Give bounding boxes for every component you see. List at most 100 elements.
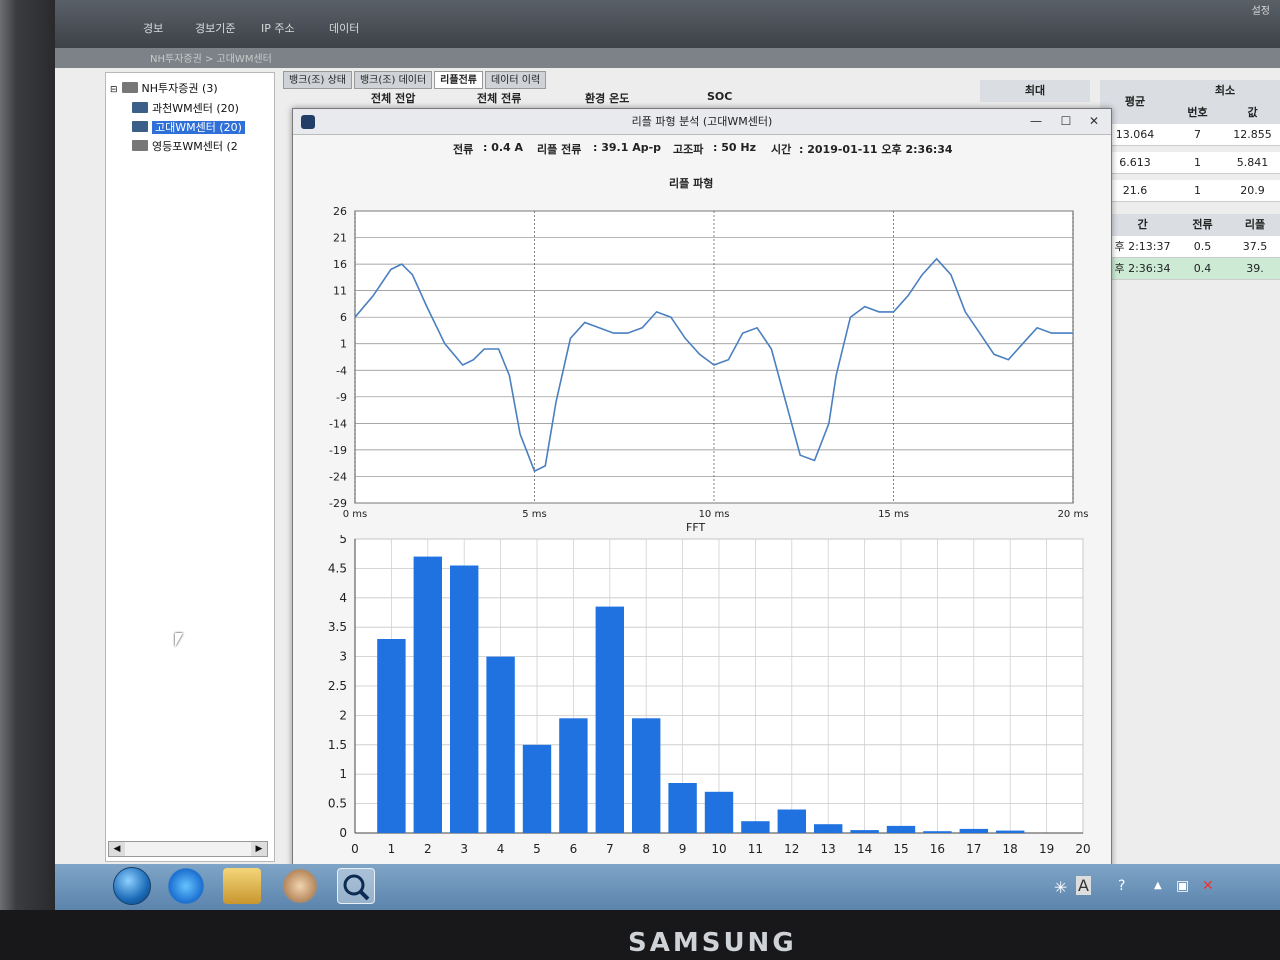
tree-item-godae[interactable]: 고대WM센터 (20) — [132, 120, 245, 136]
wave-x-tick-label: 10 ms — [699, 509, 730, 520]
menu-alarm[interactable]: 경보 — [143, 20, 163, 36]
fft-x-tick-label: 16 — [930, 842, 945, 856]
file-explorer-icon[interactable] — [223, 868, 261, 904]
history-row1-ripple[interactable]: 37.5 — [1230, 236, 1280, 258]
internet-explorer-icon[interactable] — [167, 868, 205, 904]
wave-x-tick-label: 20 ms — [1058, 509, 1089, 520]
wave-y-tick-label: 6 — [340, 311, 347, 324]
fft-x-tick-label: 10 — [711, 842, 726, 856]
tab-bar: 뱅크(조) 상태 뱅크(조) 데이터 리플전류 데이터 이력 — [283, 68, 548, 89]
monitor: 경보 경보기준 IP 주소 데이터 설정 NH투자증권 > 고대WM센터 ⊟ NH… — [0, 0, 1280, 960]
history-row1-time[interactable]: 후 2:13:37 — [1110, 236, 1175, 258]
fft-bar-7 — [595, 606, 624, 833]
fft-x-tick-label: 1 — [388, 842, 396, 856]
fft-x-tick-label: 20 — [1075, 842, 1090, 856]
fft-x-tick-label: 4 — [497, 842, 505, 856]
history-row2-current[interactable]: 0.4 — [1175, 258, 1230, 280]
folder-icon — [132, 140, 148, 151]
fft-y-tick-label: 0 — [339, 826, 347, 840]
history-row1-current[interactable]: 0.5 — [1175, 236, 1230, 258]
fft-y-tick-label: 3.5 — [328, 620, 347, 634]
fft-x-tick-label: 5 — [533, 842, 541, 856]
fft-bar-6 — [559, 718, 588, 833]
menu-alarm-criteria[interactable]: 경보기준 — [195, 20, 235, 36]
menu-data[interactable]: 데이터 — [329, 20, 359, 36]
messenger-icon[interactable] — [281, 868, 319, 904]
network-icon[interactable]: ✳ — [1054, 878, 1067, 897]
col-total-current: 전체 전류 — [477, 92, 522, 105]
volume-muted-icon[interactable]: ✕ — [1202, 878, 1214, 894]
fft-y-tick-label: 4.5 — [328, 561, 347, 575]
ripple-analyzer-taskbar-icon[interactable] — [337, 868, 375, 904]
display-icon[interactable]: ▣ — [1176, 878, 1189, 894]
fft-y-tick-label: 1.5 — [328, 738, 347, 752]
menu-ip-address[interactable]: IP 주소 — [261, 20, 295, 36]
history-row2-ripple[interactable]: 39. — [1230, 258, 1280, 280]
ime-icon[interactable]: A — [1076, 876, 1091, 895]
row3-value: 20.9 — [1225, 180, 1280, 202]
ripple-waveform-chart: 2621161161-4-9-14-19-24-290 ms 5 ms 10 ms 1… — [329, 205, 1089, 520]
fft-bar-13 — [814, 824, 843, 833]
fft-y-tick-label: 2.5 — [328, 679, 347, 693]
fft-x-tick-label: 9 — [679, 842, 687, 856]
wave-y-tick-label: -24 — [329, 470, 347, 483]
start-button[interactable] — [113, 867, 151, 905]
wave-y-tick-label: -14 — [329, 417, 347, 430]
fft-x-tick-label: 0 — [351, 842, 359, 856]
col-soc: SOC — [707, 90, 733, 103]
tree-horizontal-scrollbar[interactable]: ◀ ▶ — [108, 841, 268, 857]
time-value: : 2019-01-11 오후 2:36:34 — [799, 143, 953, 156]
top-menu-bar: 경보 경보기준 IP 주소 데이터 설정 — [55, 0, 1280, 48]
row3-number: 1 — [1170, 180, 1225, 202]
wave-y-tick-label: 26 — [333, 205, 347, 218]
history-col-ripple: 리플 — [1230, 214, 1280, 236]
magnifier-app-icon — [301, 115, 315, 129]
wave-y-tick-label: 16 — [333, 258, 347, 271]
tree-item-label: 과천WM센터 (20) — [152, 102, 239, 115]
fft-bar-2 — [413, 556, 442, 833]
breadcrumb: NH투자증권 > 고대WM센터 — [55, 48, 1280, 68]
fft-x-tick-label: 6 — [570, 842, 578, 856]
tab-bank-status[interactable]: 뱅크(조) 상태 — [283, 71, 352, 89]
fft-x-tick-label: 11 — [748, 842, 763, 856]
summary-column-headers: 전체 전압 전체 전류 환경 온도 SOC — [355, 86, 835, 106]
col-min: 최소 — [1170, 80, 1280, 102]
fft-x-tick-label: 2 — [424, 842, 432, 856]
tree-item-yeongdeungpo[interactable]: 영등포WM센터 (2 — [132, 139, 238, 155]
fft-x-tick-label: 14 — [857, 842, 872, 856]
fft-bar-17 — [959, 828, 988, 833]
magnifier-icon — [343, 874, 370, 901]
close-button[interactable]: ✕ — [1083, 111, 1105, 131]
row2-value: 5.841 — [1225, 152, 1280, 174]
fft-y-tick-label: 3 — [339, 650, 347, 664]
scroll-left-icon[interactable]: ◀ — [109, 842, 125, 856]
wave-y-tick-label: 11 — [333, 285, 347, 298]
ripple-label: 리플 전류 — [537, 143, 582, 156]
fft-bar-14 — [850, 830, 879, 833]
row1-value: 12.855 — [1225, 124, 1280, 146]
fft-y-tick-label: 5 — [339, 535, 347, 546]
tree-root[interactable]: ⊟ NH투자증권 (3) — [110, 81, 218, 97]
settings-button[interactable]: 설정 — [1252, 2, 1270, 17]
show-hidden-icons[interactable]: ▲ — [1154, 880, 1162, 891]
folder-icon — [132, 102, 148, 113]
current-value: : 0.4 A — [483, 141, 524, 154]
tree-item-label: 영등포WM센터 (2 — [152, 140, 238, 153]
folder-icon — [121, 82, 138, 93]
row2-number: 1 — [1170, 152, 1225, 174]
scroll-right-icon[interactable]: ▶ — [251, 842, 267, 856]
fft-bar-15 — [886, 825, 916, 833]
collapse-icon[interactable]: ⊟ — [110, 85, 118, 95]
wave-y-tick-label: -9 — [336, 391, 347, 404]
minimize-button[interactable]: — — [1025, 111, 1047, 131]
history-row2-time[interactable]: 후 2:36:34 — [1110, 258, 1175, 280]
tree-item-label: 고대WM센터 (20) — [152, 121, 245, 134]
dialog-titlebar[interactable]: 리플 파형 분석 (고대WM센터) — ☐ ✕ — [293, 109, 1111, 135]
fft-x-tick-label: 12 — [784, 842, 799, 856]
maximize-button[interactable]: ☐ — [1055, 111, 1077, 131]
help-icon[interactable]: ? — [1118, 878, 1125, 894]
time-label: 시간 — [771, 143, 792, 156]
row1-number: 7 — [1170, 124, 1225, 146]
fft-x-tick-label: 3 — [460, 842, 468, 856]
tree-item-gwacheon[interactable]: 과천WM센터 (20) — [132, 101, 239, 117]
